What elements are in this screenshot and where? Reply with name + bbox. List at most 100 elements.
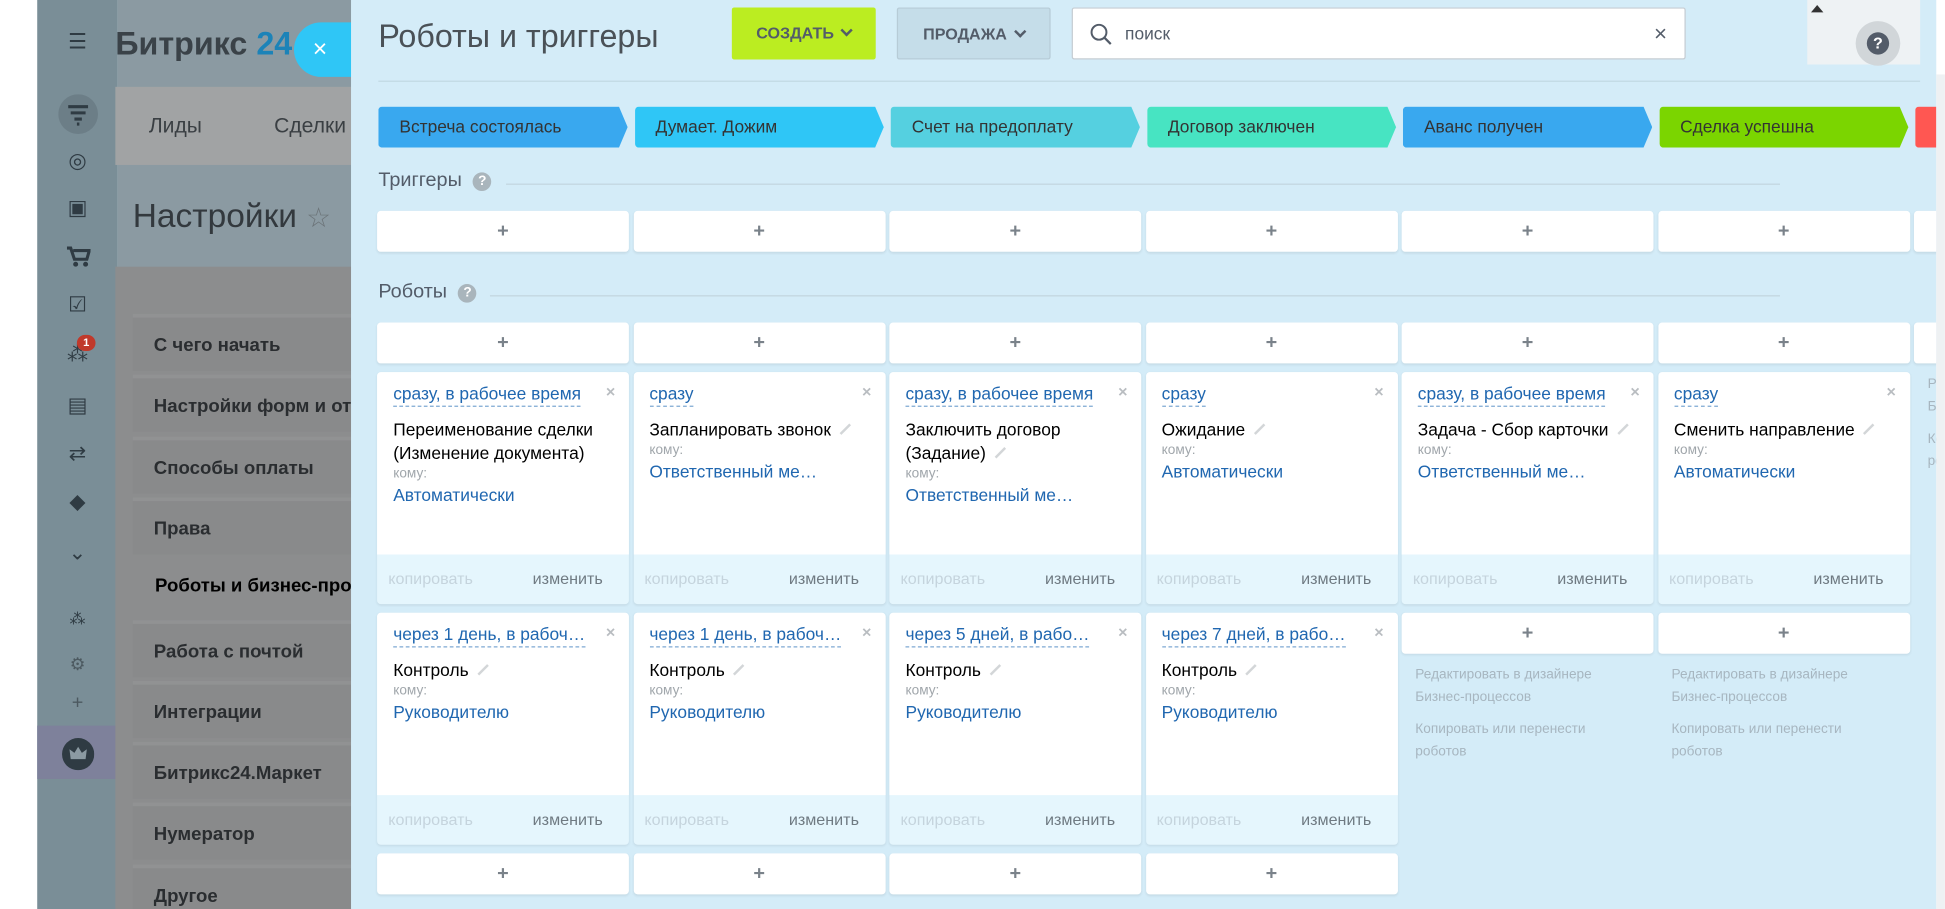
copy-robot-link[interactable]: копировать [1157,810,1242,829]
add-robot-button[interactable]: + [633,853,886,895]
close-panel-button[interactable]: × [293,22,354,77]
robot-responsible-link[interactable]: Автоматически [1674,461,1895,481]
create-button[interactable]: СОЗДАТЬ [731,7,876,60]
robot-delay-link[interactable]: сразу, в рабочее время [905,382,1094,407]
stage-tab[interactable]: Договор заключен [1146,106,1397,148]
target-icon[interactable]: ◎ [37,149,118,174]
robot-delay-link[interactable]: через 1 день, в рабоч… [649,623,842,648]
robot-responsible-link[interactable]: Ответственный ме… [649,461,870,481]
network-icon[interactable]: ⁂ 1 [37,334,118,367]
edit-robot-link[interactable]: изменить [533,569,603,588]
remove-robot-icon[interactable]: × [606,623,615,642]
add-trigger-button[interactable]: + [1401,210,1654,252]
robot-responsible-link[interactable]: Автоматически [1162,461,1383,481]
help-button[interactable]: ? [1855,21,1901,66]
add-robot-button[interactable]: + [1913,322,1937,364]
robot-responsible-link[interactable]: Руководителю [393,702,614,722]
add-trigger-button[interactable]: + [377,210,629,252]
copy-robot-link[interactable]: копировать [1413,569,1498,588]
settings-menu-item[interactable]: Битрикс24.Маркет [132,741,369,799]
nav-deals[interactable]: Сделки [274,114,346,139]
crown-icon[interactable] [37,738,118,771]
edit-robot-link[interactable]: изменить [1045,810,1115,829]
edit-robot-link[interactable]: изменить [1301,810,1371,829]
remove-robot-icon[interactable]: × [1630,382,1639,401]
edit-robot-link[interactable]: изменить [789,569,859,588]
search-input[interactable] [1122,18,1619,49]
scrollbar[interactable] [1936,74,1945,909]
crm-funnel-icon[interactable] [37,94,118,134]
box-icon[interactable]: ◆ [37,490,118,515]
settings-menu-item[interactable]: С чего начать [132,313,369,371]
pencil-icon[interactable] [1253,423,1266,435]
robot-responsible-link[interactable]: Руководителю [905,702,1126,722]
remove-robot-icon[interactable]: × [606,382,615,401]
settings-menu-item[interactable]: Другое [132,864,369,909]
settings-menu-item[interactable]: Способы оплаты [132,436,369,494]
edit-robot-link[interactable]: изменить [1045,569,1115,588]
robot-delay-link[interactable]: сразу, в рабочее время [393,382,582,407]
pencil-icon[interactable] [1616,423,1629,435]
pencil-icon[interactable] [477,664,489,676]
copy-move-robots-link[interactable]: Копировать или перенести роботов [1402,718,1654,763]
stage-tab[interactable]: Аванс получен [1402,106,1653,148]
add-robot-button[interactable]: + [889,322,1142,364]
copy-robot-link[interactable]: копировать [644,810,729,829]
star-icon[interactable]: ☆ [306,202,330,233]
copy-robot-link[interactable]: копировать [644,569,729,588]
help-icon[interactable]: ? [458,284,477,303]
edit-robot-link[interactable]: изменить [789,810,859,829]
category-select[interactable]: ПРОДАЖА [896,7,1051,60]
remove-robot-icon[interactable]: × [1118,382,1127,401]
cart-icon[interactable] [37,246,118,268]
robot-delay-link[interactable]: сразу [1161,382,1206,407]
settings-menu-item[interactable]: Роботы и бизнес-про [134,558,370,615]
robot-delay-link[interactable]: через 7 дней, в рабо… [1161,623,1346,648]
robot-delay-link[interactable]: сразу, в рабочее время [1417,382,1606,407]
copy-move-robots-link[interactable]: Копировать или перенести роботов [1658,718,1910,763]
add-robot-button[interactable]: + [377,853,629,895]
contact-card-icon[interactable]: ▤ [37,393,118,418]
edit-robot-link[interactable]: изменить [533,810,603,829]
copy-robot-link[interactable]: копировать [1157,569,1242,588]
add-robot-button[interactable]: + [1657,612,1910,654]
copy-robot-link[interactable]: копировать [901,810,986,829]
pencil-icon[interactable] [994,447,1006,459]
remove-robot-icon[interactable]: × [862,623,871,642]
robot-delay-link[interactable]: сразу [1673,382,1719,407]
designer-link[interactable]: Редактировать в дизайнере Бизнес-процесс… [1914,373,1937,418]
gear-icon[interactable]: ⚙ [37,651,118,676]
menu-icon[interactable]: ☰ [37,30,118,55]
stage-tab[interactable] [1915,106,1937,148]
clear-search-icon[interactable]: × [1654,21,1667,47]
add-robot-button[interactable]: + [1657,322,1910,364]
scroll-up-arrow-icon[interactable] [1810,4,1824,13]
stage-tab[interactable]: Думает. Дожим [634,106,884,148]
robot-responsible-link[interactable]: Руководителю [649,702,870,722]
pencil-icon[interactable] [989,664,1001,676]
pencil-icon[interactable] [1245,664,1258,676]
structure-icon[interactable]: ⁂ [37,607,118,632]
remove-robot-icon[interactable]: × [1887,382,1896,401]
edit-robot-link[interactable]: изменить [1813,569,1883,588]
robot-delay-link[interactable]: сразу [649,382,694,407]
add-trigger-button[interactable]: + [1657,210,1910,252]
add-robot-button[interactable]: + [633,322,886,364]
add-robot-button[interactable]: + [889,853,1142,895]
robot-delay-link[interactable]: через 5 дней, в рабо… [905,623,1090,648]
remove-robot-icon[interactable]: × [1118,623,1127,642]
robot-responsible-link[interactable]: Ответственный ме… [905,485,1126,505]
settings-menu-item[interactable]: Работа с почтой [132,619,369,677]
tasks-icon[interactable]: ☑ [37,293,118,318]
pencil-icon[interactable] [839,423,851,435]
logo[interactable]: Битрикс 24 [115,25,292,63]
chevron-down-circle-icon[interactable]: ⌄ [37,541,118,566]
add-trigger-button[interactable]: + [889,210,1142,252]
settings-menu-item[interactable]: Настройки форм и от [132,374,369,433]
remove-robot-icon[interactable]: × [1374,623,1383,642]
settings-menu-item[interactable]: Права [132,497,369,555]
stage-tab[interactable]: Счет на предоплату [890,106,1140,148]
robot-responsible-link[interactable]: Автоматически [393,485,614,505]
help-icon[interactable]: ? [472,172,492,192]
add-trigger-button[interactable]: + [1913,210,1937,252]
